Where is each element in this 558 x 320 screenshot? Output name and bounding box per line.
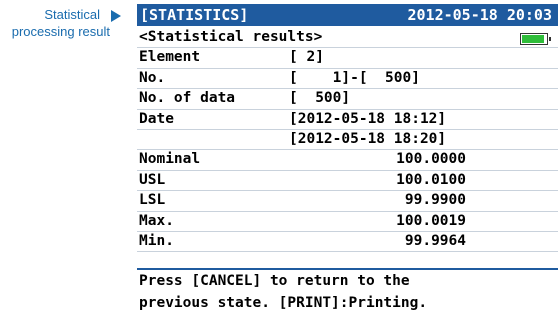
battery-icon <box>520 33 551 45</box>
device-screen: [STATISTICS] 2012-05-18 20:03 <Statistic… <box>137 4 558 318</box>
row-lsl: LSL 99.9900 <box>137 191 558 212</box>
callout-arrow-icon <box>111 10 121 22</box>
row-number-range: No. [ 1]-[ 500] <box>137 69 558 90</box>
row-number-of-data: No. of data [ 500] <box>137 89 558 110</box>
row-max: Max. 100.0019 <box>137 212 558 232</box>
footer-line2: previous state. [PRINT]:Printing. <box>139 295 428 311</box>
row-date-end: [2012-05-18 18:20] <box>137 130 558 151</box>
datetime-display: 2012-05-18 20:03 <box>407 6 553 24</box>
results-header: <Statistical results> <box>137 28 558 49</box>
battery-fill <box>522 35 544 43</box>
callout-line1: Statistical <box>44 7 100 22</box>
row-element: Element [ 2] <box>137 48 558 69</box>
results-header-label: <Statistical results> <box>139 29 323 45</box>
footer-line1: Press [CANCEL] to return to the <box>139 273 410 289</box>
screen-title: [STATISTICS] <box>140 6 249 24</box>
row-date-start: Date [2012-05-18 18:12] <box>137 110 558 130</box>
callout-label: Statistical processing result <box>0 6 120 40</box>
row-nominal: Nominal 100.0000 <box>137 150 558 171</box>
row-usl: USL 100.0100 <box>137 171 558 192</box>
row-min: Min. 99.9964 <box>137 232 558 253</box>
title-bar: [STATISTICS] 2012-05-18 20:03 <box>137 4 558 26</box>
instruction-footer: Press [CANCEL] to return to the previous… <box>137 268 558 320</box>
results-table: <Statistical results> Element [ 2] No. [… <box>137 28 558 253</box>
callout-line2: processing result <box>11 24 110 39</box>
